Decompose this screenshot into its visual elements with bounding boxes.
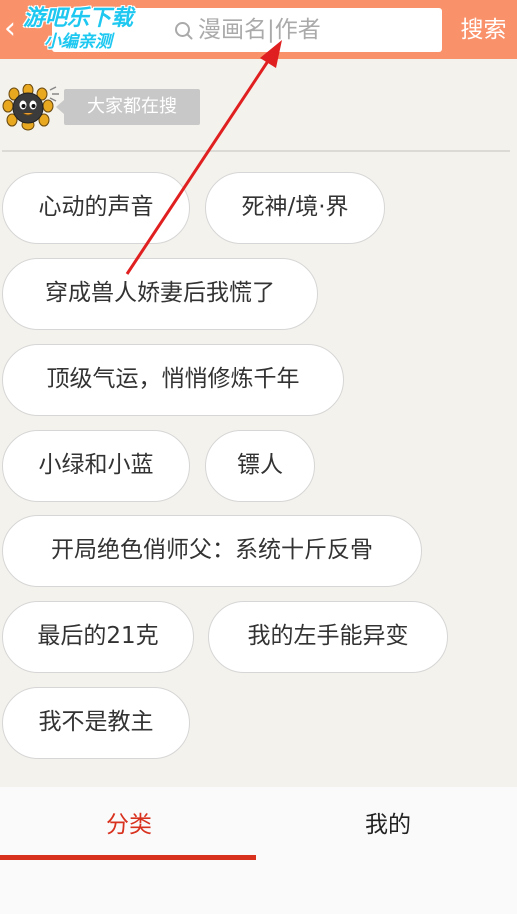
watermark-line2: 小编亲测 — [44, 32, 112, 52]
search-tag[interactable]: 心动的声音 — [2, 172, 190, 244]
search-page: ‹ 搜索 游吧乐下载 小编亲测 — [0, 0, 517, 914]
search-tag[interactable]: 开局绝色俏师父：系统十斤反骨 — [2, 515, 422, 587]
search-tag[interactable]: 镖人 — [205, 430, 315, 502]
mascot-icon — [2, 84, 59, 131]
search-tag[interactable]: 小绿和小蓝 — [2, 430, 190, 502]
search-tag[interactable]: 我的左手能异变 — [208, 601, 448, 673]
search-tag[interactable]: 顶级气运，悄悄修炼千年 — [2, 344, 344, 416]
search-input[interactable] — [198, 14, 428, 46]
search-tag[interactable]: 死神/境·界 — [205, 172, 385, 244]
bottom-tab-bar: 分类 我的 — [0, 787, 517, 914]
search-header: ‹ 搜索 游吧乐下载 小编亲测 — [0, 0, 517, 59]
watermark-line1: 游吧乐下载 — [22, 6, 133, 31]
search-button[interactable]: 搜索 — [450, 10, 517, 50]
divider — [2, 150, 510, 152]
watermark-logo: 游吧乐下载 小编亲测 — [14, 6, 142, 58]
hot-search-label: 大家都在搜 — [56, 89, 200, 125]
tab-category[interactable]: 分类 — [0, 787, 258, 861]
tab-mine[interactable]: 我的 — [259, 787, 517, 861]
search-tag[interactable]: 最后的21克 — [2, 601, 194, 673]
search-tag[interactable]: 我不是教主 — [2, 687, 190, 759]
search-icon — [175, 22, 193, 40]
search-tag[interactable]: 穿成兽人娇妻后我慌了 — [2, 258, 318, 330]
active-tab-indicator — [0, 855, 256, 860]
